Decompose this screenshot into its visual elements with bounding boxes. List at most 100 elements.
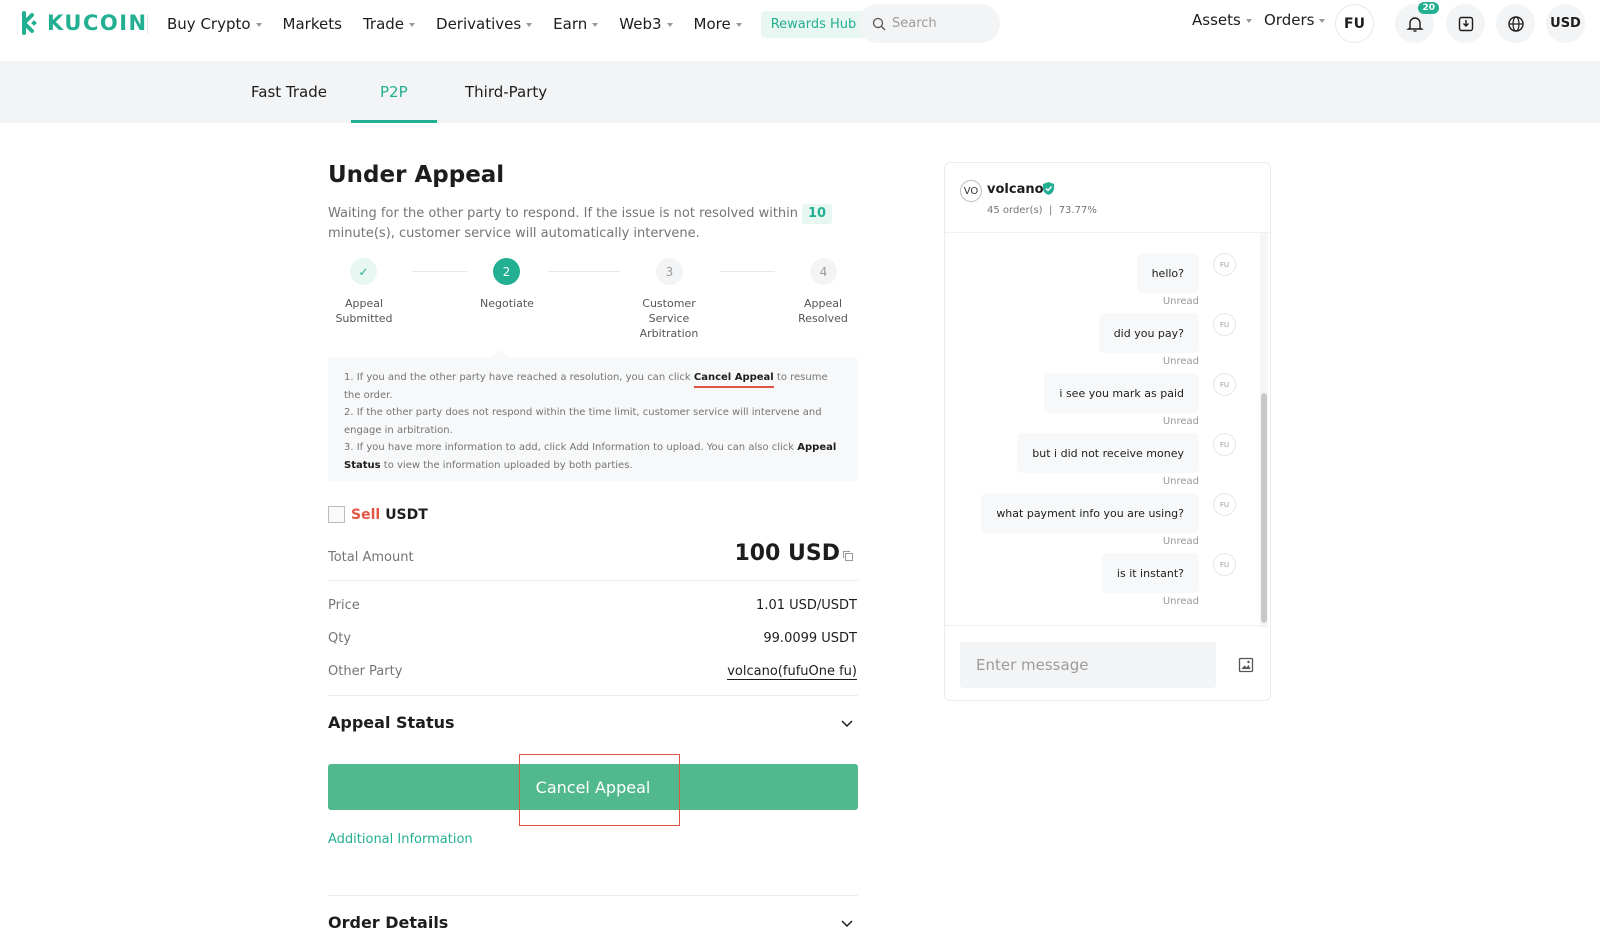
nav-more[interactable]: More bbox=[694, 15, 742, 33]
bell-icon bbox=[1405, 16, 1424, 32]
qty-label: Qty bbox=[328, 631, 352, 646]
chat-messages: hello? FU Unread did you pay? FU Unread … bbox=[945, 233, 1263, 625]
counterparty-stats: 45 order(s) | 73.77% bbox=[987, 205, 1097, 216]
sender-avatar: FU bbox=[1213, 553, 1236, 576]
chevron-down-icon bbox=[666, 23, 673, 27]
page-title: Under Appeal bbox=[328, 162, 505, 188]
highlight-box bbox=[519, 754, 680, 826]
chat-message: what payment info you are using? bbox=[981, 493, 1199, 533]
download-icon bbox=[1458, 16, 1473, 31]
chevron-down-icon[interactable] bbox=[840, 716, 854, 730]
step-3-label: Customer Service Arbitration bbox=[639, 297, 699, 340]
chevron-down-icon bbox=[409, 23, 416, 27]
currency-button[interactable]: USD bbox=[1546, 4, 1585, 43]
step-connector bbox=[412, 271, 467, 272]
order-details-toggle[interactable]: Order Details bbox=[328, 913, 448, 932]
top-navbar: KUCOIN Buy Crypto Markets Trade Derivati… bbox=[0, 0, 1600, 61]
other-party-link[interactable]: volcano(fufuOne fu) bbox=[727, 664, 857, 680]
coin-image-icon bbox=[328, 506, 345, 523]
sender-avatar: FU bbox=[1213, 433, 1236, 456]
chat-panel: VO volcano 45 order(s) | 73.77% hello? F… bbox=[944, 162, 1271, 701]
chat-message: is it instant? bbox=[1101, 553, 1199, 593]
instruction-3: 3. If you have more information to add, … bbox=[344, 442, 837, 471]
orders-menu[interactable]: Orders bbox=[1264, 0, 1326, 40]
active-tab-indicator bbox=[351, 120, 437, 123]
message-status: Unread bbox=[1162, 356, 1199, 367]
search-placeholder: Search bbox=[892, 16, 937, 31]
language-button[interactable] bbox=[1496, 4, 1535, 43]
countdown-minutes: 10 bbox=[802, 204, 833, 224]
tab-fast-trade[interactable]: Fast Trade bbox=[251, 61, 327, 123]
globe-icon bbox=[1507, 15, 1524, 32]
nav-buy-crypto[interactable]: Buy Crypto bbox=[167, 15, 262, 33]
user-avatar[interactable]: FU bbox=[1335, 4, 1374, 43]
message-status: Unread bbox=[1162, 596, 1199, 607]
price-value: 1.01 USD/USDT bbox=[756, 598, 857, 613]
verified-shield-icon bbox=[1043, 182, 1054, 195]
chat-message: but i did not receive money bbox=[1017, 433, 1199, 473]
step-2-circle: 2 bbox=[493, 258, 520, 285]
step-4-label: Appeal Resolved bbox=[798, 297, 848, 325]
chevron-down-icon bbox=[1245, 19, 1252, 23]
qty-value: 99.0099 USDT bbox=[763, 631, 857, 646]
copy-icon[interactable] bbox=[842, 550, 854, 562]
notifications-button[interactable]: 20 bbox=[1395, 2, 1439, 43]
divider bbox=[328, 895, 858, 896]
divider bbox=[328, 695, 858, 696]
appeal-status-toggle[interactable]: Appeal Status bbox=[328, 713, 455, 732]
chevron-down-icon bbox=[592, 23, 599, 27]
nav-trade[interactable]: Trade bbox=[363, 15, 416, 33]
divider bbox=[328, 580, 858, 581]
chevron-down-icon[interactable] bbox=[840, 916, 854, 930]
notification-badge: 20 bbox=[1418, 2, 1439, 14]
chat-message: hello? bbox=[1136, 253, 1199, 293]
sender-avatar: FU bbox=[1213, 253, 1236, 276]
order-side: Sell bbox=[351, 506, 381, 523]
kucoin-logo-icon bbox=[22, 11, 37, 35]
chat-message: did you pay? bbox=[1098, 313, 1199, 353]
assets-menu[interactable]: Assets bbox=[1192, 0, 1252, 40]
tab-third-party[interactable]: Third-Party bbox=[465, 61, 547, 123]
nav-markets[interactable]: Markets bbox=[283, 15, 342, 33]
main-nav: Buy Crypto Markets Trade Derivatives Ear… bbox=[167, 0, 887, 48]
nav-earn[interactable]: Earn bbox=[553, 15, 599, 33]
appeal-progress-steps: ✓ 2 3 4 Appeal Submitted Negotiate Custo… bbox=[328, 258, 858, 348]
instruction-1: 1. If you and the other party have reach… bbox=[344, 372, 828, 401]
appeal-instructions: 1. If you and the other party have reach… bbox=[328, 357, 858, 481]
search-box[interactable]: Search bbox=[858, 4, 1000, 43]
image-upload-icon[interactable] bbox=[1238, 657, 1254, 673]
step-connector bbox=[548, 271, 620, 272]
total-amount-value: 100 USD bbox=[734, 541, 840, 566]
order-side-row: Sell USDT bbox=[328, 506, 428, 523]
brand-name: KUCOIN bbox=[47, 11, 148, 35]
chevron-down-icon bbox=[526, 23, 533, 27]
nav-web3[interactable]: Web3 bbox=[619, 15, 673, 33]
step-3-circle: 3 bbox=[656, 258, 683, 285]
chevron-down-icon bbox=[735, 23, 742, 27]
step-2-label: Negotiate bbox=[480, 297, 534, 310]
counterparty-avatar: VO bbox=[960, 180, 982, 202]
other-party-label: Other Party bbox=[328, 664, 403, 679]
nav-divider bbox=[147, 14, 148, 34]
download-app-button[interactable] bbox=[1446, 4, 1485, 43]
price-label: Price bbox=[328, 598, 360, 613]
instruction-2: 2. If the other party does not respond w… bbox=[344, 407, 822, 436]
step-1-label: Appeal Submitted bbox=[335, 297, 393, 325]
tab-p2p[interactable]: P2P bbox=[380, 61, 408, 123]
trade-subnav: Fast Trade P2P Third-Party bbox=[0, 61, 1600, 123]
step-4-circle: 4 bbox=[810, 258, 837, 285]
additional-information-link[interactable]: Additional Information bbox=[328, 832, 473, 847]
rewards-hub-button[interactable]: Rewards Hub bbox=[760, 10, 867, 38]
counterparty-name[interactable]: volcano bbox=[987, 182, 1044, 197]
chat-composer bbox=[945, 625, 1270, 700]
kucoin-logo[interactable]: KUCOIN bbox=[15, 10, 148, 36]
chat-header: VO volcano 45 order(s) | 73.77% bbox=[945, 163, 1270, 233]
cancel-appeal-link[interactable]: Cancel Appeal bbox=[693, 372, 774, 388]
step-1-check-icon: ✓ bbox=[350, 258, 377, 285]
chat-message: i see you mark as paid bbox=[1044, 373, 1199, 413]
sender-avatar: FU bbox=[1213, 313, 1236, 336]
order-asset: USDT bbox=[385, 506, 428, 523]
nav-derivatives[interactable]: Derivatives bbox=[436, 15, 533, 33]
total-amount-label: Total Amount bbox=[328, 550, 414, 565]
chat-message-input[interactable] bbox=[960, 642, 1216, 688]
